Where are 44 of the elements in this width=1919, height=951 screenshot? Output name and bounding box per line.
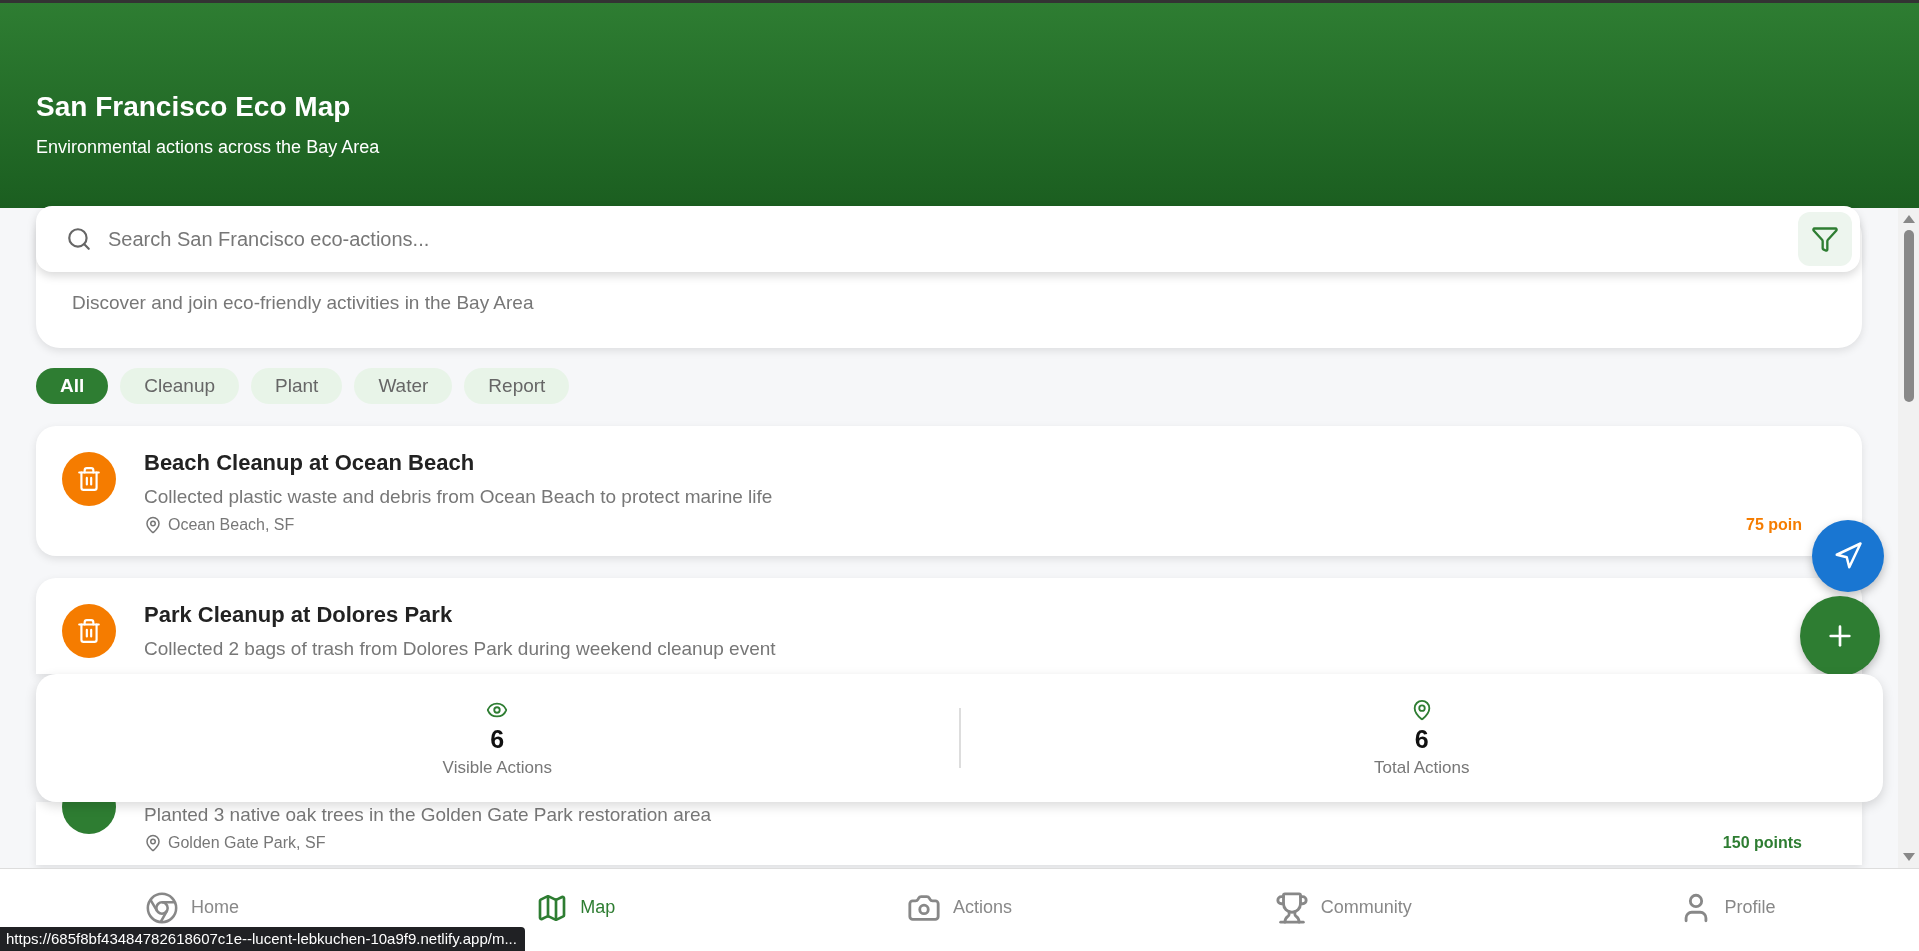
action-card[interactable]: Beach Cleanup at Ocean Beach Collected plastic waste and debris from Ocean Beach to protect marine life Ocean Beach, SF 75 poin bbox=[36, 426, 1862, 556]
stat-label: Visible Actions bbox=[442, 757, 552, 778]
intro-subtitle: Discover and join eco-friendly activities in the Bay Area bbox=[72, 292, 535, 314]
trash-icon bbox=[76, 466, 102, 492]
action-points: 75 poin bbox=[1746, 516, 1802, 534]
url-tooltip: https://685f8bf43484782618607c1e--lucent-lebkuchen-10a9f9.netlify.app/m... bbox=[0, 927, 525, 951]
app-subtitle: Environmental actions across the Bay Area bbox=[36, 137, 381, 158]
filter-chip[interactable]: Plant bbox=[251, 368, 343, 404]
action-location: Ocean Beach, SF bbox=[168, 516, 295, 534]
pin-icon bbox=[144, 834, 162, 852]
locate-button[interactable] bbox=[1812, 520, 1884, 592]
action-title: Beach Cleanup at Ocean Beach bbox=[144, 450, 476, 477]
chrome-icon bbox=[144, 890, 179, 925]
action-points: 150 points bbox=[1722, 834, 1802, 852]
search-icon bbox=[66, 226, 92, 252]
nav-tab[interactable]: Community bbox=[1151, 869, 1536, 951]
filter-chip[interactable]: All bbox=[36, 368, 109, 404]
trash-icon bbox=[76, 618, 102, 644]
scrollbar[interactable] bbox=[1898, 208, 1919, 868]
search-field[interactable]: Search San Francisco eco-actions... bbox=[106, 226, 1784, 252]
scroll-up-icon[interactable] bbox=[1901, 214, 1916, 224]
scroll-thumb[interactable] bbox=[1903, 230, 1914, 402]
filter-button[interactable] bbox=[1798, 212, 1852, 266]
stat-value: 6 bbox=[490, 724, 505, 754]
trophy-icon bbox=[1274, 890, 1309, 925]
action-title: Park Cleanup at Dolores Park bbox=[144, 602, 454, 629]
nav-tab[interactable]: Profile bbox=[1535, 869, 1919, 951]
action-location: Golden Gate Park, SF bbox=[168, 834, 326, 852]
action-description: Collected plastic waste and debris from Ocean Beach to protect marine life bbox=[144, 486, 774, 508]
action-card[interactable]: Planted 3 native oak trees in the Golden Gate Park restoration area Golden Gate Park, SF 150 points bbox=[36, 802, 1862, 865]
scroll-down-icon[interactable] bbox=[1901, 852, 1916, 862]
action-description: Collected 2 bags of trash from Dolores Park during weekend cleanup event bbox=[144, 638, 777, 660]
filter-chip[interactable]: Cleanup bbox=[120, 368, 240, 404]
stat-label: Total Actions bbox=[1374, 757, 1470, 778]
action-card[interactable]: Park Cleanup at Dolores Park Collected 2 bags of trash from Dolores Park during weekend cleanup event bbox=[36, 578, 1862, 674]
filter-chip[interactable]: Water bbox=[354, 368, 453, 404]
navigation-icon bbox=[1833, 541, 1863, 571]
action-description: Planted 3 native oak trees in the Golden Gate Park restoration area bbox=[144, 804, 713, 826]
filter-icon bbox=[1811, 225, 1839, 253]
app-title: San Francisco Eco Map bbox=[36, 91, 352, 123]
pin-icon bbox=[144, 516, 162, 534]
filter-chip[interactable]: Report bbox=[464, 368, 570, 404]
nav-tab[interactable]: Actions bbox=[767, 869, 1152, 951]
stat-value: 6 bbox=[1414, 724, 1429, 754]
